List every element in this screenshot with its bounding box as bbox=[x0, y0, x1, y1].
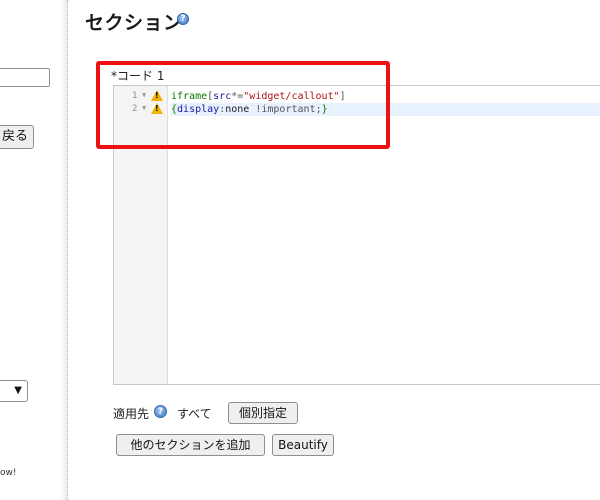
individual-target-button[interactable]: 個別指定 bbox=[228, 402, 298, 424]
apply-target-label: 適用先 bbox=[113, 407, 150, 421]
apply-target-value: すべて bbox=[177, 407, 212, 421]
beautify-button[interactable]: Beautify bbox=[272, 434, 334, 456]
sidebar-select[interactable]: ▼ bbox=[0, 380, 28, 402]
highlight-annotation-box bbox=[96, 61, 390, 149]
left-sidebar: 戻る ▼ ow! bbox=[0, 0, 68, 500]
add-section-button[interactable]: 他のセクションを追加 bbox=[116, 434, 265, 456]
sidebar-text-input[interactable] bbox=[0, 68, 50, 87]
question-circle-icon[interactable]: ? bbox=[177, 13, 189, 25]
sidebar-footer-text: ow! bbox=[0, 468, 17, 478]
chevron-down-icon: ▼ bbox=[14, 385, 22, 396]
section-title: セクション bbox=[85, 12, 183, 34]
back-button[interactable]: 戻る bbox=[0, 125, 34, 149]
question-circle-icon[interactable]: ? bbox=[154, 405, 167, 418]
